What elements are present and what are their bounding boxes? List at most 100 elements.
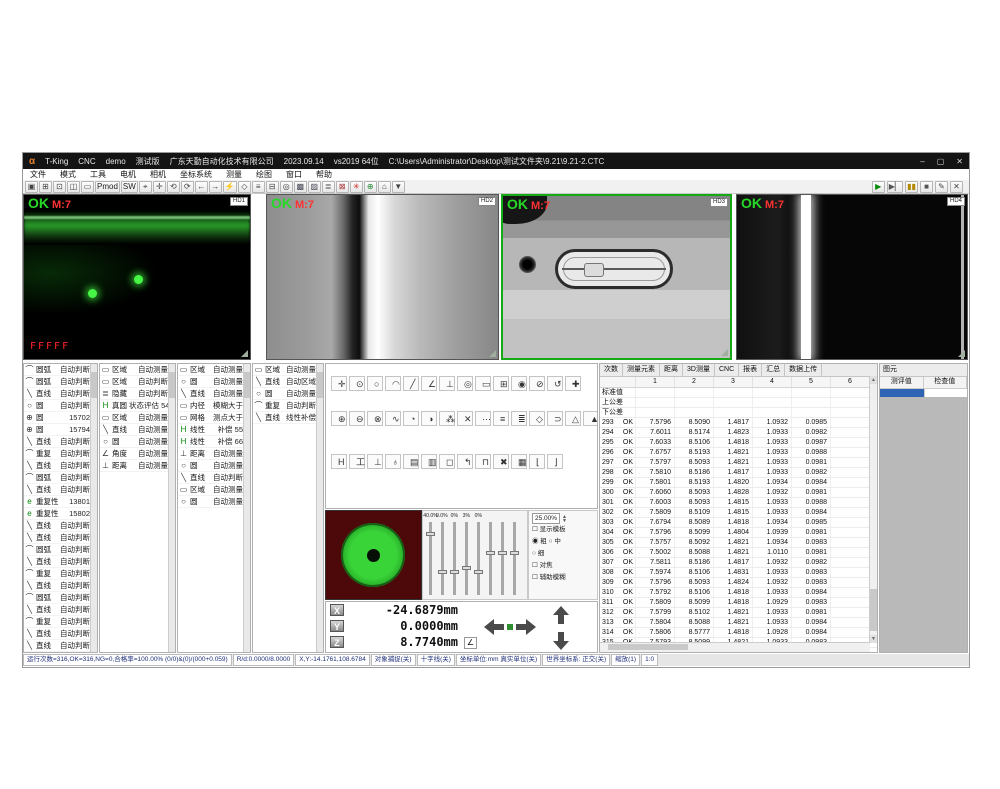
element-column-header[interactable]: 测评值 (880, 377, 924, 388)
palette-tool-button[interactable]: ╱ (403, 376, 419, 391)
spinner-icon[interactable]: ▲▼ (562, 515, 567, 523)
list-item[interactable]: ╲直线自动判断 (24, 628, 91, 640)
menu-item[interactable]: 窗口 (279, 169, 309, 180)
table-row[interactable]: 306OK 7.5002 8.5088 1.4821 1.0110 0.0981 (600, 548, 877, 558)
palette-tool-button[interactable]: ⊘ (529, 376, 545, 391)
toolbar-button[interactable]: ✛ (153, 181, 166, 193)
palette-tool-button[interactable]: △ (565, 411, 581, 426)
list-item[interactable]: ○圆自动测量 (178, 496, 244, 508)
light-slider[interactable]: 3% (460, 512, 472, 598)
table-row[interactable]: 309OK 7.5796 8.5093 1.4824 1.0932 0.0983 (600, 578, 877, 588)
scrollbar[interactable] (168, 364, 175, 652)
playback-button[interactable]: ▶ (872, 181, 885, 193)
scroll-down-icon[interactable]: ▼ (870, 635, 877, 643)
list-item[interactable]: ╲直线自动判断 (24, 388, 91, 400)
toolbar-button[interactable]: ▣ (25, 181, 38, 193)
list-item[interactable]: ╲直线自动测量 (100, 424, 169, 436)
status-segment[interactable]: 1:0 (641, 654, 658, 666)
table-row[interactable]: 302OK 7.5809 8.5109 1.4815 1.0933 0.0984 (600, 508, 877, 518)
tolerance-row[interactable]: 下公差 (600, 408, 877, 418)
list-item[interactable]: ╲直线自动判断 (24, 484, 91, 496)
status-segment[interactable]: 运行次数=316,OK=316,NG=0,合格率=100.00% (0/0)&(… (23, 654, 232, 666)
palette-tool-button[interactable]: ◠ (385, 376, 401, 391)
menu-item[interactable]: 帮助 (309, 169, 339, 180)
playback-button[interactable]: ✎ (935, 181, 948, 193)
palette-tool-button[interactable]: ≣ (511, 411, 527, 426)
close-button[interactable]: ✕ (956, 157, 963, 166)
list-item[interactable]: ╲直线自动判断 (24, 556, 91, 568)
palette-tool-button[interactable]: ✛ (331, 376, 347, 391)
horizontal-scrollbar[interactable] (600, 642, 870, 652)
table-row[interactable]: 298OK 7.5810 8.5186 1.4817 1.0933 0.0982 (600, 468, 877, 478)
palette-tool-button[interactable]: ◉ (511, 376, 527, 391)
palette-tool-button[interactable]: ⁂ (439, 411, 455, 426)
table-row[interactable]: 301OK 7.6003 8.5093 1.4815 1.0933 0.0988 (600, 498, 877, 508)
resize-handle-icon[interactable] (958, 350, 965, 357)
playback-button[interactable]: ■ (920, 181, 933, 193)
list-item[interactable]: ⌒圆弧自动判断 (24, 376, 91, 388)
list-item[interactable]: ▭区域自动测量 (178, 364, 244, 376)
palette-tool-button[interactable]: ▦ (511, 454, 527, 469)
list-item[interactable]: H线性补偿 66 (178, 436, 244, 448)
list-item[interactable]: H线性补偿 55 (178, 424, 244, 436)
slider-track[interactable] (465, 522, 468, 595)
list-item[interactable]: ▭区域自动测量 (178, 484, 244, 496)
palette-tool-button[interactable]: ⊓ (475, 454, 491, 469)
playback-button[interactable]: ✕ (950, 181, 963, 193)
table-row[interactable]: 311OK 7.5809 8.5099 1.4818 1.0929 0.0983 (600, 598, 877, 608)
slider-thumb[interactable] (474, 570, 483, 574)
list-item[interactable]: ⌒圆弧自动判断 (24, 472, 91, 484)
camera-view-3[interactable]: OKM:7 HD3 (501, 194, 732, 360)
camera-view-1[interactable]: FFFFF OKM:7 HD1 (23, 194, 251, 360)
list-item[interactable]: ▭内径模糊大于 (178, 400, 244, 412)
palette-tool-button[interactable]: ≡ (493, 411, 509, 426)
list-item[interactable]: ⌒重复自动判断 (253, 400, 317, 412)
list-item[interactable]: ⌒重复自动判断 (24, 568, 91, 580)
toolbar-button[interactable]: ⊠ (336, 181, 349, 193)
list-item[interactable]: ⊥距离自动测量 (178, 448, 244, 460)
table-tab[interactable]: 汇总 (762, 364, 785, 376)
palette-tool-button[interactable]: ⋯ (475, 411, 491, 426)
list-item[interactable]: ○圆自动测量 (178, 460, 244, 472)
palette-tool-button[interactable]: ⊙ (349, 376, 365, 391)
scroll-up-icon[interactable]: ▲ (870, 376, 877, 384)
list-item[interactable]: ⊥距离自动测量 (100, 460, 169, 472)
toolbar-button[interactable]: ⊞ (39, 181, 52, 193)
list-item[interactable]: ╲直线自动判断 (24, 604, 91, 616)
menu-item[interactable]: 坐标系统 (173, 169, 219, 180)
light-slider[interactable]: 40.0% (424, 512, 436, 598)
palette-tool-button[interactable]: ▲ (583, 411, 598, 426)
camera-view-2[interactable]: OKM:7 HD2 (266, 194, 499, 360)
vertical-scrollbar[interactable]: ▲ ▼ (869, 376, 877, 643)
list-item[interactable]: ╲直线自动判断 (24, 640, 91, 652)
maximize-button[interactable]: ▢ (937, 157, 945, 166)
status-segment[interactable]: 坐标单位:mm 真实单位(关) (456, 654, 541, 666)
list-item[interactable]: ▭区域自动测量 (253, 364, 317, 376)
palette-tool-button[interactable]: ⌋ (547, 454, 563, 469)
playback-button[interactable]: ▶▏ (887, 181, 903, 193)
light-option[interactable]: ☐ 显示模板 (532, 524, 594, 536)
palette-tool-button[interactable]: ⊕ (331, 411, 347, 426)
toolbar-button[interactable]: ▼ (392, 181, 405, 193)
element-column-header[interactable]: 检查值 (924, 377, 968, 388)
list-item[interactable]: e重复性15802 (24, 508, 91, 520)
table-row[interactable]: 299OK 7.5801 8.5193 1.4820 1.0934 0.0984 (600, 478, 877, 488)
table-row[interactable]: 296OK 7.6757 8.5193 1.4821 1.0933 0.0988 (600, 448, 877, 458)
palette-tool-button[interactable]: ✖ (493, 454, 509, 469)
palette-tool-button[interactable]: 工 (349, 454, 365, 469)
table-tab[interactable]: 次数 (600, 364, 623, 376)
jog-horizontal-arrows[interactable] (484, 614, 536, 645)
table-row[interactable]: 294OK 7.6011 8.5174 1.4823 1.0933 0.0982 (600, 428, 877, 438)
scrollbar-thumb[interactable] (608, 644, 688, 650)
table-row[interactable]: 305OK 7.5757 8.5092 1.4821 1.0934 0.0983 (600, 538, 877, 548)
resize-handle-icon[interactable] (721, 349, 728, 356)
palette-tool-button[interactable]: ◎ (457, 376, 473, 391)
toolbar-button[interactable]: ▨ (308, 181, 321, 193)
palette-tool-button[interactable]: ▤ (403, 454, 419, 469)
palette-tool-button[interactable]: ◻ (439, 454, 455, 469)
palette-tool-button[interactable]: ◇ (529, 411, 545, 426)
palette-tool-button[interactable]: ▥ (421, 454, 437, 469)
palette-tool-button[interactable]: ⊗ (367, 411, 383, 426)
menu-item[interactable]: 测量 (219, 169, 249, 180)
palette-tool-button[interactable]: ✕ (457, 411, 473, 426)
